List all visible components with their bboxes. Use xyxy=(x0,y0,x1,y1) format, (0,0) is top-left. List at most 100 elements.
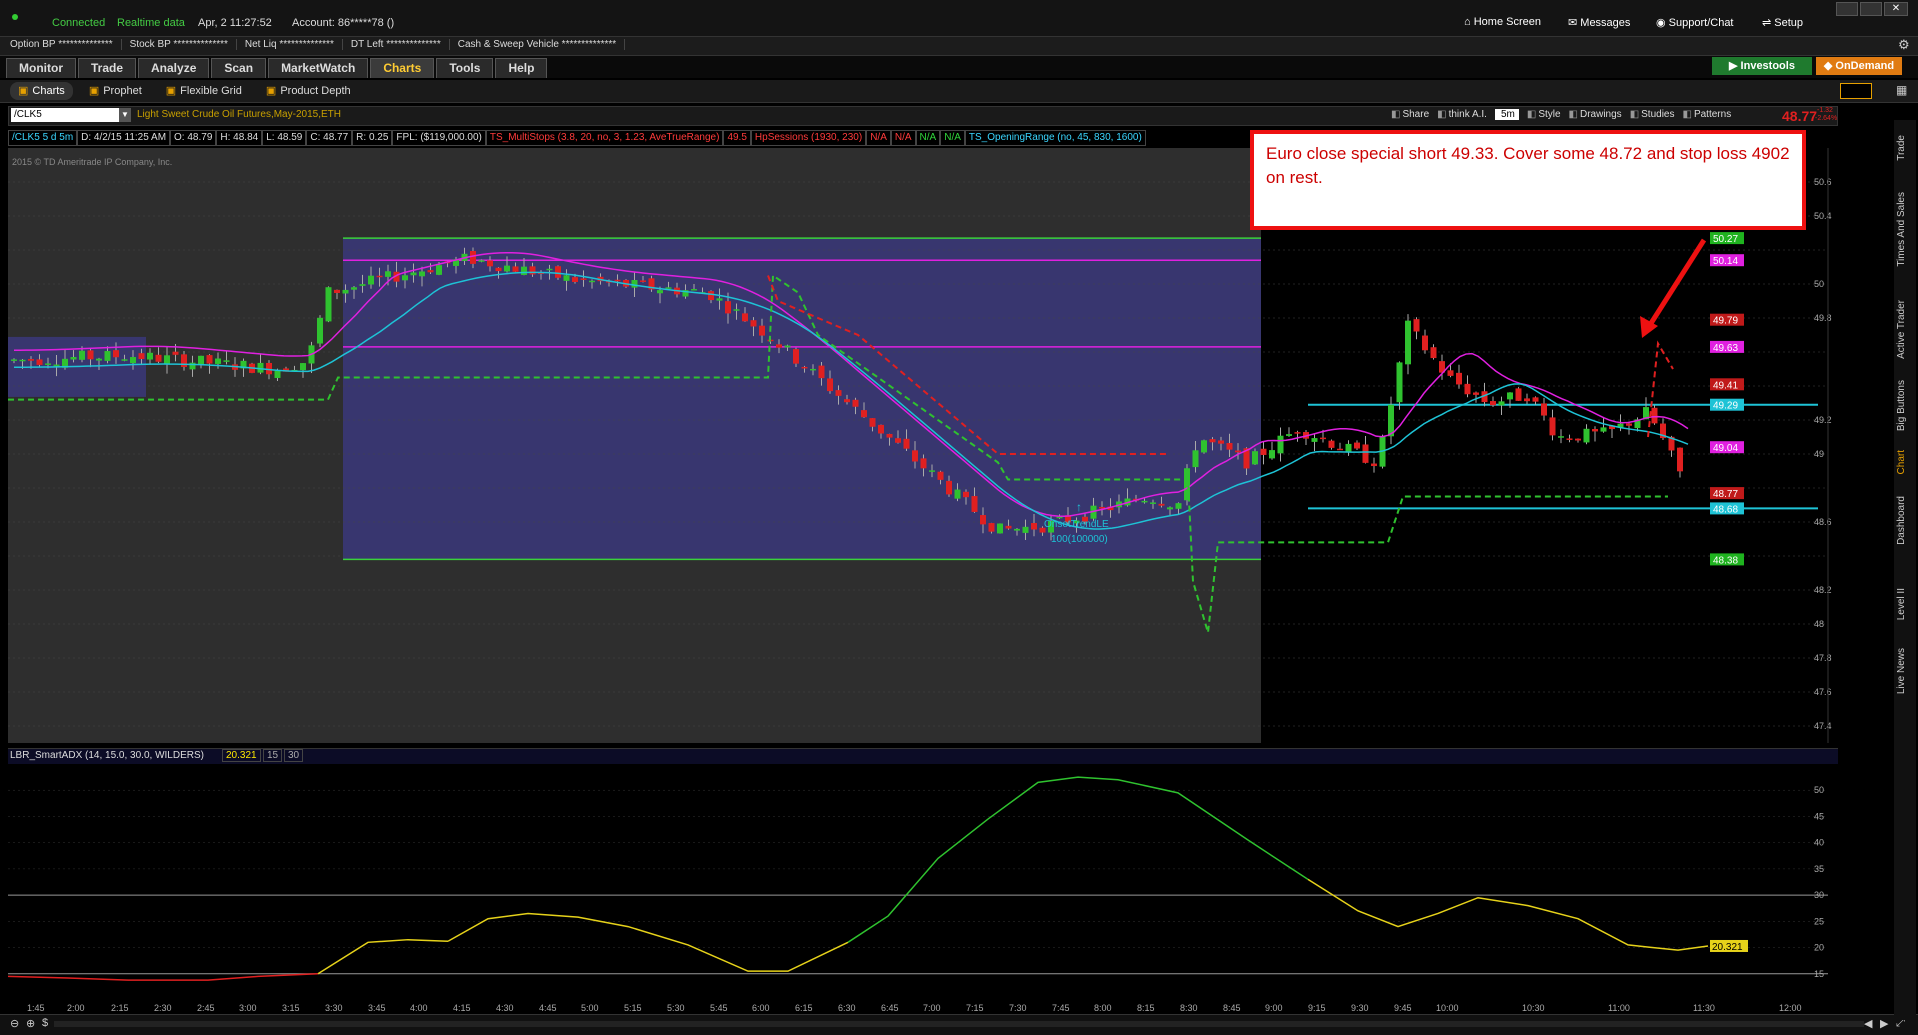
candle xyxy=(1405,320,1411,365)
rail-tab-chart[interactable]: Chart xyxy=(1896,450,1914,474)
candle xyxy=(495,267,502,272)
maximize-button[interactable] xyxy=(1860,2,1882,16)
study-label[interactable]: 49.5 xyxy=(723,130,751,146)
support-chat-button[interactable]: ◉ Support/Chat xyxy=(1656,16,1734,29)
candle xyxy=(1337,448,1343,451)
study-label[interactable]: N/A xyxy=(866,130,891,146)
investools-button[interactable]: ▶ Investools xyxy=(1712,57,1812,75)
gear-icon[interactable]: ⚙ xyxy=(1898,37,1910,53)
rail-tab-live-news[interactable]: Live News xyxy=(1896,648,1914,694)
study-label[interactable]: TS_MultiStops (3.8, 20, no, 3, 1.23, Ave… xyxy=(485,130,724,146)
zoom-out-icon[interactable]: ⊖ xyxy=(10,1017,19,1030)
rail-tab-dashboard[interactable]: Dashboard xyxy=(1896,496,1914,545)
candle xyxy=(1549,417,1556,436)
chart-tool-studies[interactable]: ◧ Studies xyxy=(1630,109,1675,120)
balance-value: ************** xyxy=(386,39,441,50)
subtab-prophet[interactable]: ▣ Prophet xyxy=(81,82,150,100)
rail-tab-big-buttons[interactable]: Big Buttons xyxy=(1896,380,1914,431)
time-tick-label: 9:30 xyxy=(1351,1003,1369,1013)
tab-tools[interactable]: Tools xyxy=(436,58,494,78)
candle xyxy=(878,424,884,434)
account-selector[interactable]: Account: 86*****78 () xyxy=(292,17,394,29)
chart-tool-share[interactable]: ◧ Share xyxy=(1391,109,1429,120)
candle xyxy=(1464,383,1471,395)
candle xyxy=(1396,362,1403,403)
zoom-in-icon[interactable]: ⊕ xyxy=(26,1017,35,1030)
candle xyxy=(844,399,850,403)
chart-tool-thinkai[interactable]: ◧ think A.I. xyxy=(1437,109,1487,120)
symbol-input[interactable]: /CLK5 xyxy=(11,108,129,122)
adx-y-tick: 35 xyxy=(1814,864,1824,874)
home-icon: ⌂ xyxy=(1464,16,1471,28)
tool-icon: ◧ xyxy=(1526,109,1537,120)
time-tick-label: 6:00 xyxy=(752,1003,770,1013)
scroll-left-icon[interactable]: ◀ xyxy=(1864,1017,1872,1030)
rail-tab-active-trader[interactable]: Active Trader xyxy=(1896,300,1914,359)
subtab-charts[interactable]: ▣ Charts xyxy=(10,82,73,100)
candle xyxy=(257,362,264,373)
horizontal-scrollbar[interactable] xyxy=(54,1021,1864,1027)
candle xyxy=(96,358,102,361)
candle xyxy=(1218,440,1224,444)
rail-tab-level-ii[interactable]: Level II xyxy=(1896,588,1914,620)
setup-button[interactable]: ⇌ Setup xyxy=(1762,16,1803,29)
y-tick-label: 50.6 xyxy=(1814,177,1832,187)
tab-marketwatch[interactable]: MarketWatch xyxy=(268,58,369,78)
subtab-icon: ▣ xyxy=(165,85,177,97)
tool-icon: ◧ xyxy=(1629,109,1640,120)
study-label[interactable]: N/A xyxy=(915,130,941,146)
chart-tool-style[interactable]: ◧ Style xyxy=(1527,109,1561,120)
rail-tab-trade[interactable]: Trade xyxy=(1896,135,1914,161)
home-screen-button[interactable]: ⌂ Home Screen xyxy=(1464,16,1541,28)
price-chart[interactable]: ↑ OnsetTrendLE 100(100000) 50.6 50.4 50 49.8 49… xyxy=(8,148,1838,743)
messages-button[interactable]: ✉ Messages xyxy=(1568,16,1630,29)
rail-tab-times-and-sales[interactable]: Times And Sales xyxy=(1896,192,1914,267)
candle xyxy=(274,370,281,378)
time-tick-label: 11:30 xyxy=(1693,1003,1715,1013)
candle xyxy=(104,351,111,361)
layout-icon[interactable]: ▦ xyxy=(1896,83,1907,97)
y-tick-label: 50.4 xyxy=(1814,211,1832,221)
y-tick-label: 49.8 xyxy=(1814,313,1832,323)
subtab-product-depth[interactable]: ▣ Product Depth xyxy=(258,82,359,100)
tab-analyze[interactable]: Analyze xyxy=(138,58,210,78)
minimize-button[interactable] xyxy=(1836,2,1858,16)
ohlc-field: H: 48.84 xyxy=(216,130,263,146)
tab-scan[interactable]: Scan xyxy=(211,58,267,78)
tool-icon: ◧ xyxy=(1682,109,1692,120)
annotation-text: Euro close special short 49.33. Cover so… xyxy=(1266,144,1790,187)
tab-help[interactable]: Help xyxy=(495,58,548,78)
study-label[interactable]: N/A xyxy=(940,130,965,146)
tab-trade[interactable]: Trade xyxy=(78,58,137,78)
adx-level-high: 30 xyxy=(284,749,304,762)
chart-tool-patterns[interactable]: ◧ Patterns xyxy=(1683,109,1732,120)
study-label[interactable]: N/A xyxy=(890,130,916,146)
tab-charts[interactable]: Charts xyxy=(370,58,435,78)
account-balance-bar: Option BP ************** Stock BP *******… xyxy=(0,36,1918,56)
dollar-icon[interactable]: $ xyxy=(42,1017,48,1029)
ohlc-field: D: 4/2/15 11:25 AM xyxy=(77,130,171,146)
close-button[interactable]: ✕ xyxy=(1884,2,1908,16)
adx-study-label[interactable]: LBR_SmartADX (14, 15.0, 30.0, WILDERS) xyxy=(10,750,204,761)
scroll-right-icon[interactable]: ▶ xyxy=(1880,1017,1888,1030)
study-label[interactable]: HpSessions (1930, 230) xyxy=(750,130,867,146)
subtab-icon: ▣ xyxy=(18,85,29,97)
tool-label: 5m xyxy=(1500,109,1515,120)
balance-1: Stock BP ************** xyxy=(129,39,237,50)
chart-tool-5m[interactable]: 5m xyxy=(1494,109,1519,120)
chevron-down-icon[interactable]: ▼ xyxy=(119,108,131,122)
chart-tool-drawings[interactable]: ◧ Drawings xyxy=(1569,109,1622,120)
candle xyxy=(1524,398,1530,402)
candle xyxy=(130,357,136,364)
candle xyxy=(1209,439,1216,443)
tab-monitor[interactable]: Monitor xyxy=(6,58,76,78)
candle xyxy=(1294,432,1301,434)
copyright-text: 2015 © TD Ameritrade IP Company, Inc. xyxy=(12,157,173,167)
subtab-flexible-grid[interactable]: ▣ Flexible Grid xyxy=(158,82,250,100)
study-label[interactable]: TS_OpeningRange (no, 45, 830, 1600) xyxy=(964,130,1146,146)
ondemand-button[interactable]: ◆ OnDemand xyxy=(1816,57,1902,75)
adx-chart[interactable]: 50 45 40 35 30 25 20 15 20.321 xyxy=(8,764,1838,1000)
candle xyxy=(580,278,587,280)
adx-y-tick: 20 xyxy=(1814,943,1824,953)
link-color-button[interactable] xyxy=(1840,83,1872,99)
